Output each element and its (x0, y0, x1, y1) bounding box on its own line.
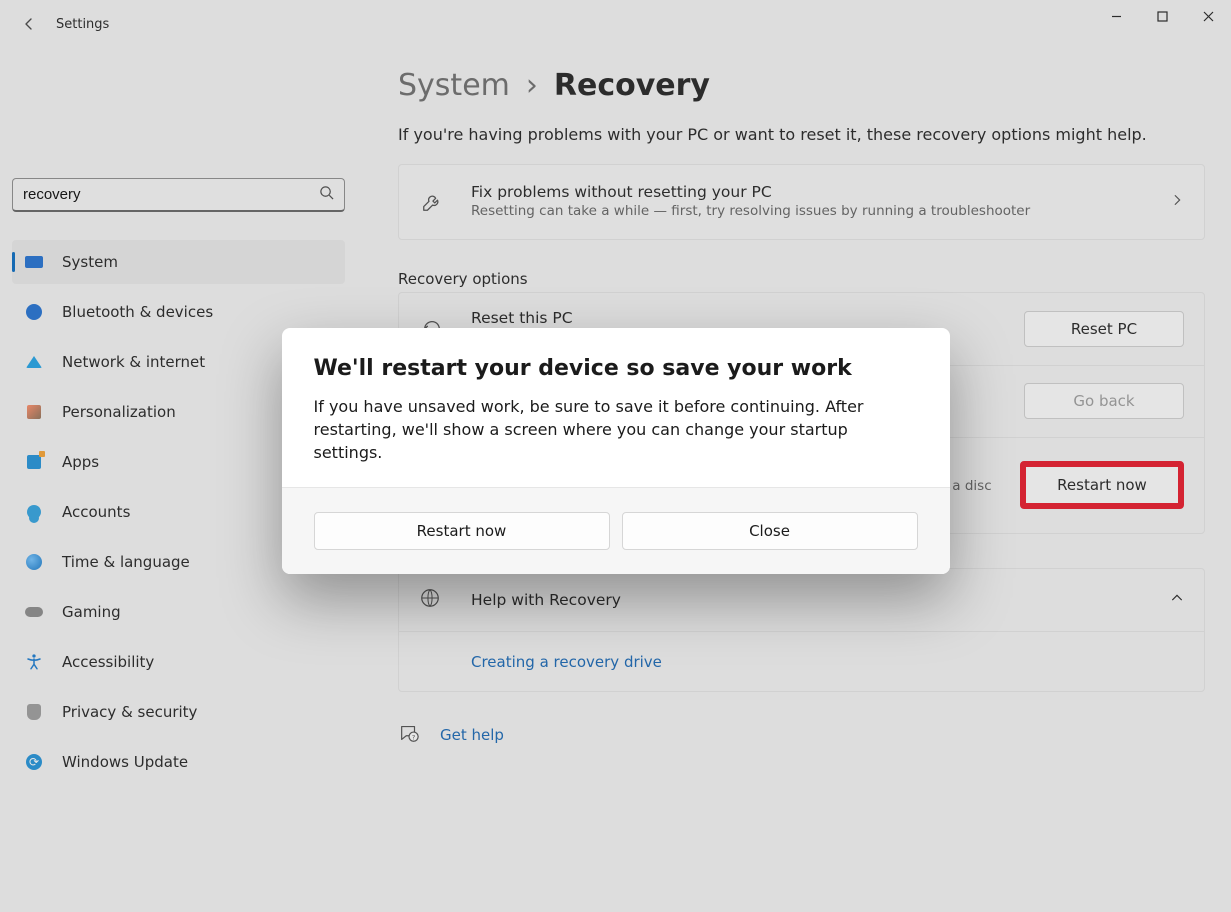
button-label: Close (749, 522, 790, 540)
dialog-close-button[interactable]: Close (622, 512, 918, 550)
dialog-text: If you have unsaved work, be sure to sav… (314, 395, 918, 465)
dialog-title: We'll restart your device so save your w… (314, 356, 918, 381)
restart-confirm-dialog: We'll restart your device so save your w… (282, 328, 950, 574)
button-label: Restart now (417, 522, 507, 540)
dialog-restart-button[interactable]: Restart now (314, 512, 610, 550)
